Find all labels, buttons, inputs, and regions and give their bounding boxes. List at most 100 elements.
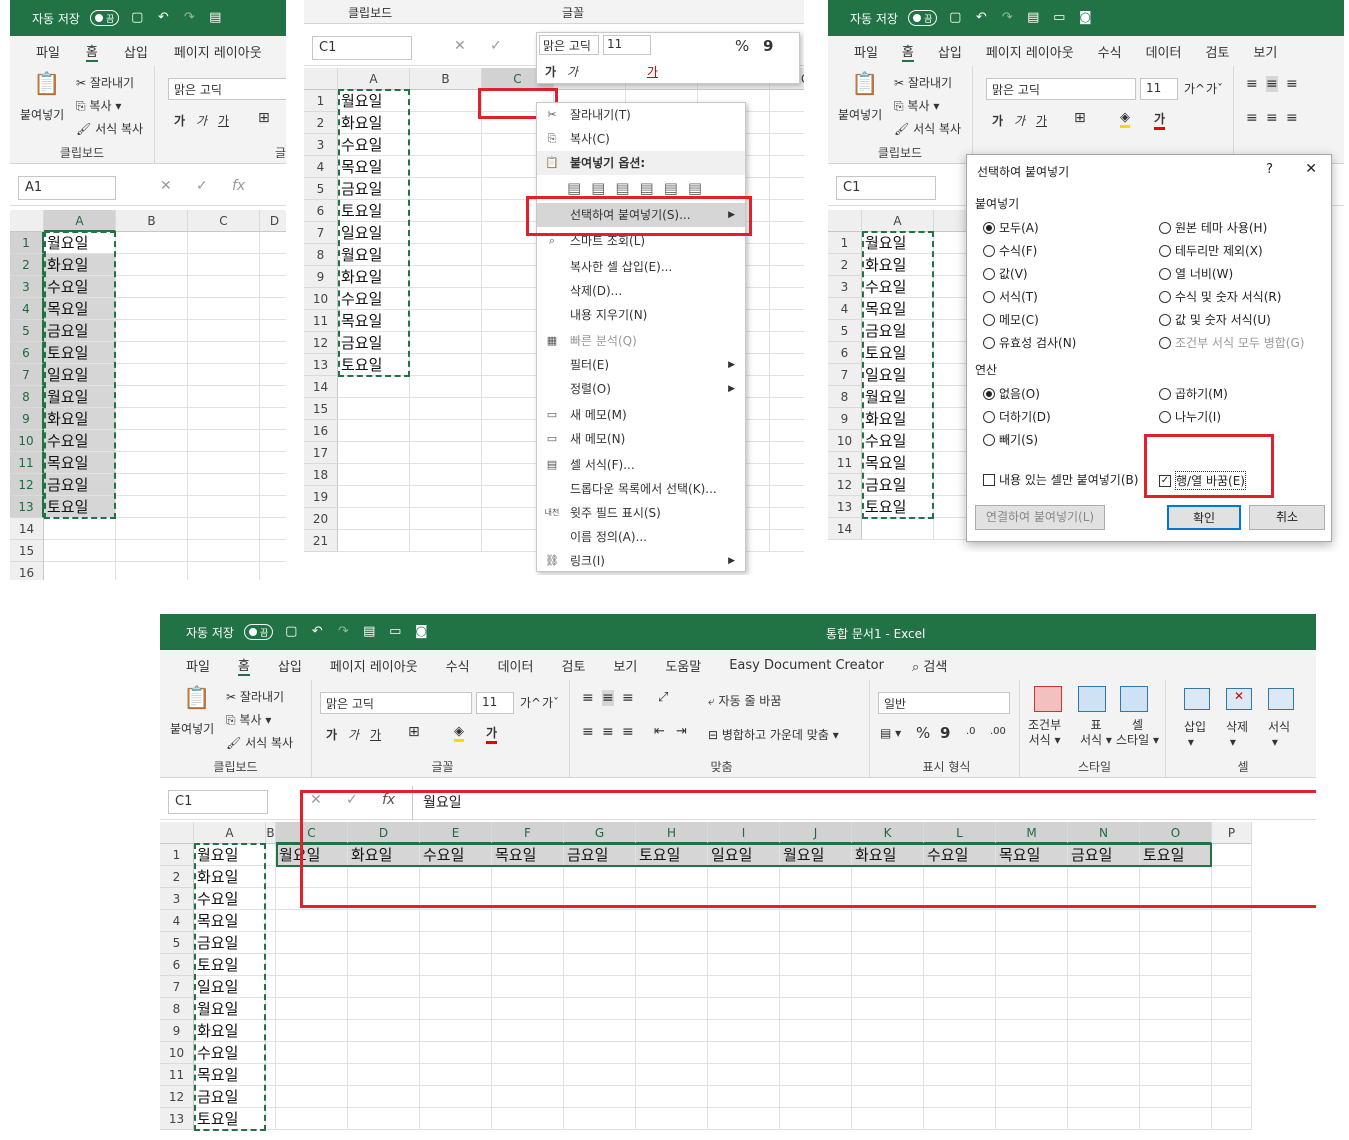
conditional-format-icon[interactable] bbox=[1034, 686, 1062, 712]
row-header[interactable]: 5 bbox=[304, 178, 338, 200]
grid-cell[interactable] bbox=[770, 376, 804, 398]
function-icon[interactable]: fx bbox=[232, 178, 245, 194]
grid-cell[interactable] bbox=[1140, 1042, 1212, 1064]
grid-cell[interactable] bbox=[410, 508, 482, 530]
grid-cell[interactable] bbox=[780, 1064, 852, 1086]
grid-cell[interactable] bbox=[564, 998, 636, 1020]
menu-delete[interactable]: 삭제(D)... bbox=[537, 279, 745, 303]
grid-cell[interactable] bbox=[770, 420, 804, 442]
shrink-font-button[interactable]: 가ˇ bbox=[542, 694, 559, 711]
grid-cell[interactable] bbox=[770, 266, 804, 288]
grow-font-button[interactable]: 가^ bbox=[520, 694, 541, 711]
grid-cell[interactable] bbox=[44, 562, 116, 580]
search-box[interactable]: ⌕ 검색 bbox=[912, 656, 947, 675]
row-header[interactable]: 3 bbox=[10, 276, 44, 298]
grid-cell[interactable] bbox=[410, 486, 482, 508]
grid-cell[interactable] bbox=[636, 1086, 708, 1108]
grid-cell[interactable] bbox=[1068, 1064, 1140, 1086]
grid-cell[interactable] bbox=[188, 254, 260, 276]
grid-cell[interactable] bbox=[770, 332, 804, 354]
grid-cell[interactable] bbox=[188, 562, 260, 580]
grid-cell[interactable] bbox=[1140, 910, 1212, 932]
align-bottom-icon[interactable]: ≡ bbox=[1286, 76, 1298, 92]
grid-cell[interactable] bbox=[780, 976, 852, 998]
grid-cell[interactable] bbox=[410, 200, 482, 222]
grid-cell[interactable] bbox=[492, 954, 564, 976]
grid-cell[interactable] bbox=[260, 474, 286, 496]
row-header[interactable]: 1 bbox=[828, 232, 862, 254]
row-header[interactable]: 8 bbox=[828, 386, 862, 408]
align-middle-icon[interactable]: ≡ bbox=[602, 690, 614, 706]
name-box[interactable]: C1 bbox=[168, 790, 268, 814]
bold-button[interactable]: 가 bbox=[174, 112, 185, 129]
grid-cell[interactable] bbox=[924, 998, 996, 1020]
name-box[interactable]: A1 bbox=[18, 176, 116, 200]
grid-cell[interactable] bbox=[338, 464, 410, 486]
grid-cell[interactable] bbox=[260, 430, 286, 452]
grid-cell[interactable] bbox=[260, 518, 286, 540]
font-size-select[interactable]: 11 bbox=[476, 692, 514, 714]
skip-blanks-checkbox[interactable]: 내용 있는 셀만 붙여넣기(B) bbox=[983, 471, 1138, 488]
grid-cell[interactable] bbox=[116, 452, 188, 474]
menu-phonetic[interactable]: 내천 윗주 필드 표시(S) bbox=[537, 501, 745, 525]
grid-cell[interactable] bbox=[116, 276, 188, 298]
border-button[interactable]: ⊞ bbox=[258, 110, 270, 126]
row-header[interactable]: 10 bbox=[304, 288, 338, 310]
grid-cell[interactable] bbox=[116, 320, 188, 342]
align-left-icon[interactable]: ≡ bbox=[582, 724, 594, 740]
grid-cell[interactable] bbox=[1068, 1086, 1140, 1108]
open-icon[interactable]: ▭ bbox=[1051, 11, 1067, 25]
grid-cell[interactable] bbox=[188, 474, 260, 496]
grid-cell[interactable] bbox=[276, 910, 348, 932]
grid-cell[interactable] bbox=[996, 1108, 1068, 1130]
grid-cell[interactable] bbox=[266, 1042, 276, 1064]
grid-cell[interactable] bbox=[338, 398, 410, 420]
row-header[interactable]: 10 bbox=[160, 1042, 194, 1064]
grid-cell[interactable] bbox=[348, 1064, 420, 1086]
grid-cell[interactable] bbox=[410, 442, 482, 464]
format-painter-button[interactable]: 🖌 서식 복사 bbox=[226, 734, 293, 751]
save-icon[interactable]: ▢ bbox=[283, 625, 299, 639]
radio-option[interactable]: 서식(T) bbox=[983, 288, 1038, 305]
row-header[interactable]: 2 bbox=[304, 112, 338, 134]
decimal-increase-icon[interactable]: .0 bbox=[966, 726, 976, 737]
camera-icon[interactable]: ◙ bbox=[1077, 11, 1093, 25]
row-header[interactable]: 2 bbox=[160, 866, 194, 888]
row-header[interactable]: 4 bbox=[160, 910, 194, 932]
grid-cell[interactable] bbox=[1140, 1064, 1212, 1086]
grid-cell[interactable] bbox=[564, 1064, 636, 1086]
row-header[interactable]: 14 bbox=[10, 518, 44, 540]
radio-option[interactable]: 수식 및 숫자 서식(R) bbox=[1159, 288, 1281, 305]
menu-link[interactable]: ⛓ 링크(I) ▶ bbox=[537, 549, 745, 573]
grid-cell[interactable] bbox=[492, 932, 564, 954]
tab-file[interactable]: 파일 bbox=[854, 42, 878, 61]
name-box[interactable]: C1 bbox=[312, 36, 412, 60]
row-header[interactable]: 5 bbox=[10, 320, 44, 342]
grid-cell[interactable] bbox=[420, 1020, 492, 1042]
grid-cell[interactable] bbox=[188, 232, 260, 254]
grid-cell[interactable] bbox=[420, 1042, 492, 1064]
grid-cell[interactable] bbox=[492, 910, 564, 932]
row-header[interactable]: 10 bbox=[10, 430, 44, 452]
row-header[interactable]: 14 bbox=[304, 376, 338, 398]
close-icon[interactable]: ✕ bbox=[1305, 161, 1317, 177]
copy-button[interactable]: ⎘ 복사 ▾ bbox=[894, 97, 939, 114]
row-header[interactable]: 1 bbox=[304, 90, 338, 112]
grid-cell[interactable] bbox=[338, 530, 410, 552]
grid-cell[interactable] bbox=[770, 288, 804, 310]
align-center-icon[interactable]: ≡ bbox=[1266, 110, 1278, 126]
grid-cell[interactable] bbox=[636, 998, 708, 1020]
row-header[interactable]: 13 bbox=[10, 496, 44, 518]
name-box[interactable]: C1 bbox=[836, 176, 936, 200]
grid-cell[interactable] bbox=[564, 910, 636, 932]
row-header[interactable]: 1 bbox=[10, 232, 44, 254]
grid-cell[interactable] bbox=[852, 976, 924, 998]
grid-cell[interactable] bbox=[924, 1020, 996, 1042]
grid-cell[interactable] bbox=[996, 998, 1068, 1020]
row-header[interactable]: 10 bbox=[828, 430, 862, 452]
border-button[interactable]: ⊞ bbox=[1074, 110, 1086, 126]
tab-home[interactable]: 홈 bbox=[901, 41, 914, 62]
grid-cell[interactable] bbox=[420, 998, 492, 1020]
grid-cell[interactable] bbox=[1068, 1020, 1140, 1042]
comma-icon[interactable]: 9 bbox=[940, 724, 950, 742]
